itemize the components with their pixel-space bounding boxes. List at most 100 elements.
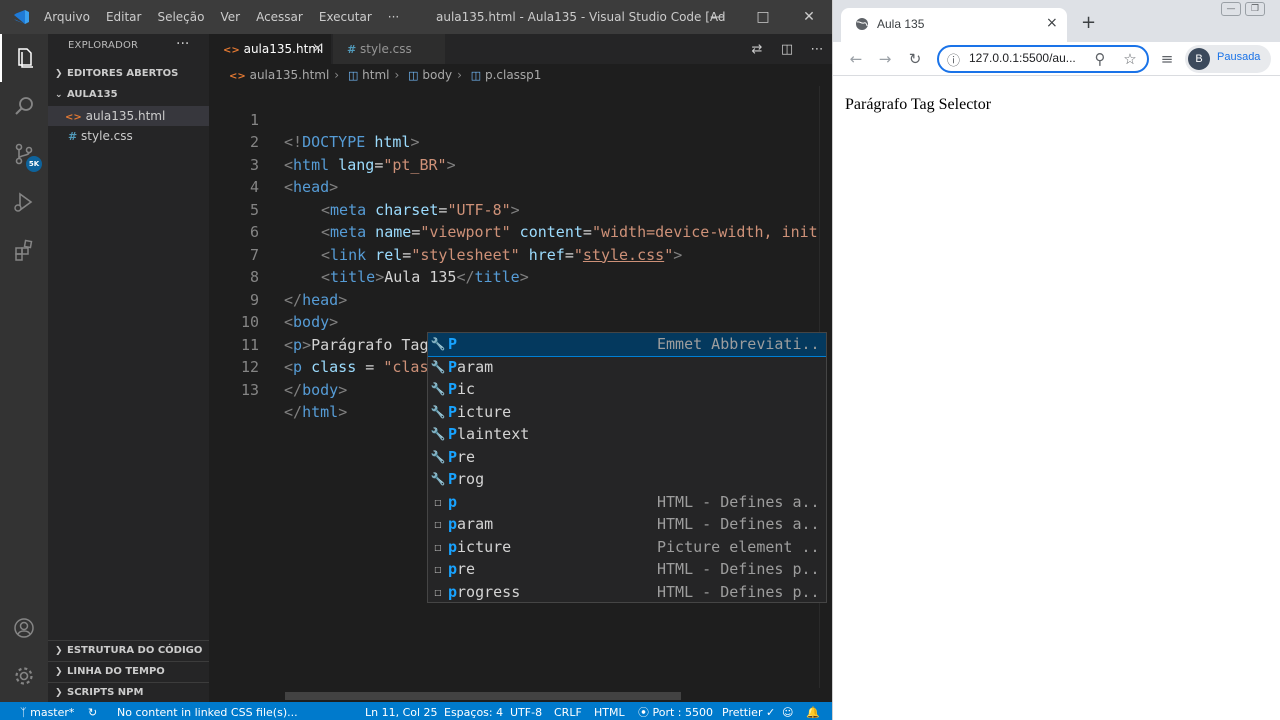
menu-selecao[interactable]: Seleção: [149, 0, 212, 34]
code-line: 3 <head>: [209, 131, 821, 197]
outline-section[interactable]: ❯ ESTRUTURA DO CÓDIGO: [48, 640, 209, 660]
suggestion-item[interactable]: 🔧 Pre: [428, 446, 826, 469]
chevron-right-icon: ›: [334, 68, 340, 82]
chevron-right-icon: ❯: [55, 69, 63, 79]
more-actions-icon[interactable]: ⋯: [802, 42, 832, 57]
menu-arquivo[interactable]: Arquivo: [36, 0, 98, 34]
explorer-icon[interactable]: [0, 34, 48, 82]
menu-editar[interactable]: Editar: [98, 0, 150, 34]
notifications-icon[interactable]: 🔔: [806, 702, 820, 720]
breadcrumb-html[interactable]: html: [362, 68, 389, 82]
menu-ver[interactable]: Ver: [212, 0, 248, 34]
property-icon: ☐: [434, 517, 442, 531]
chevron-right-icon: ❯: [55, 688, 63, 698]
zoom-icon[interactable]: ⚲: [1089, 48, 1111, 70]
close-icon[interactable]: ✕: [786, 0, 832, 34]
suggestion-item[interactable]: 🔧 P Emmet Abbreviati...: [428, 333, 826, 357]
url-text: 127.0.0.1:5500/au...: [969, 51, 1076, 65]
chevron-right-icon: ❯: [55, 646, 63, 656]
suggestion-item[interactable]: ☐ p HTML - Defines a...: [428, 491, 826, 514]
code-line: 9 <body>: [209, 266, 821, 332]
menu-executar[interactable]: Executar: [311, 0, 380, 34]
indentation-status[interactable]: Espaços: 4: [444, 702, 503, 720]
profile-status: Pausada: [1217, 51, 1261, 63]
run-debug-icon[interactable]: [0, 178, 48, 226]
open-editors-section[interactable]: ❯ EDITORES ABERTOS: [48, 64, 209, 84]
prettier-status[interactable]: Prettier ✓: [722, 702, 775, 720]
open-changes-icon[interactable]: ⇄: [742, 42, 772, 57]
encoding-status[interactable]: UTF-8: [510, 702, 542, 720]
new-tab-icon[interactable]: +: [1081, 12, 1096, 33]
maximize-icon[interactable]: □: [740, 0, 786, 34]
language-status[interactable]: HTML: [594, 702, 625, 720]
cursor-position-status[interactable]: Ln 11, Col 25: [365, 702, 438, 720]
info-icon[interactable]: ⓘ: [947, 50, 960, 69]
forward-icon[interactable]: →: [874, 48, 896, 70]
feedback-icon[interactable]: ☺: [782, 702, 793, 720]
explorer-more-icon[interactable]: ···: [176, 36, 189, 52]
source-control-icon[interactable]: 5K: [0, 130, 48, 178]
explorer-title: EXPLORADOR: [68, 40, 139, 51]
back-icon[interactable]: ←: [845, 48, 867, 70]
page-paragraph: Parágrafo Tag Selector: [845, 96, 992, 113]
bookmark-star-icon[interactable]: ☆: [1119, 48, 1141, 70]
npm-scripts-section[interactable]: ❯ SCRIPTS NPM: [48, 682, 209, 702]
css-status-message[interactable]: No content in linked CSS file(s)...: [117, 702, 298, 720]
code-line: 4 <meta charset="UTF-8">: [209, 154, 821, 219]
suggestion-item[interactable]: 🔧 Plaintext: [428, 423, 826, 446]
wrench-icon: 🔧: [430, 472, 446, 486]
menu-bar: Arquivo Editar Seleção Ver Acessar Execu…: [36, 0, 407, 34]
minimize-icon[interactable]: —: [694, 0, 740, 34]
suggestion-item[interactable]: ☐ picture Picture element ...: [428, 536, 826, 559]
activity-bar: 5K: [0, 34, 48, 702]
minimize-icon[interactable]: —: [1221, 2, 1241, 16]
timeline-section[interactable]: ❯ LINHA DO TEMPO: [48, 661, 209, 681]
breadcrumb: <> aula135.html › ◫ html › ◫ body › ◫ p.cla…: [209, 64, 832, 86]
account-icon[interactable]: [0, 604, 48, 652]
tab-aula135-html[interactable]: <> aula135.html ×: [209, 34, 331, 64]
browser-tab-title: Aula 135: [877, 17, 925, 31]
explorer-sidebar: EXPLORADOR ··· ❯ EDITORES ABERTOS ⌄ AULA13…: [48, 34, 209, 702]
tab-style-css[interactable]: # style.css: [333, 34, 445, 64]
menu-more[interactable]: ···: [380, 0, 407, 34]
breadcrumb-p[interactable]: p.classp1: [485, 68, 541, 82]
eol-status[interactable]: CRLF: [554, 702, 582, 720]
breadcrumb-body[interactable]: body: [422, 68, 452, 82]
tab-close-icon[interactable]: ×: [1046, 15, 1058, 31]
extensions-icon[interactable]: [0, 226, 48, 274]
suggestion-item[interactable]: ☐ progress HTML - Defines p...: [428, 581, 826, 603]
wrench-icon: 🔧: [430, 404, 446, 419]
tab-close-icon[interactable]: ×: [312, 34, 323, 64]
restore-icon[interactable]: ❐: [1245, 2, 1265, 16]
folder-section[interactable]: ⌄ AULA135: [48, 85, 209, 105]
file-item-style-css[interactable]: # style.css: [48, 126, 209, 146]
horizontal-scrollbar[interactable]: [285, 692, 681, 700]
split-editor-icon[interactable]: ◫: [772, 42, 802, 57]
vscode-window: Arquivo Editar Seleção Ver Acessar Execu…: [0, 0, 832, 720]
suggestion-item[interactable]: ☐ param HTML - Defines a...: [428, 513, 826, 536]
avatar: B: [1188, 48, 1210, 70]
sync-icon[interactable]: ↻: [88, 702, 97, 720]
browser-toolbar: ← → ↻ ⓘ 127.0.0.1:5500/au... ⚲ ☆ ≡ B Pau…: [833, 42, 1280, 76]
reload-icon[interactable]: ↻: [904, 48, 926, 70]
profile-button[interactable]: B Pausada: [1185, 45, 1271, 73]
suggestion-item[interactable]: ☐ pre HTML - Defines p...: [428, 558, 826, 581]
suggestion-item[interactable]: 🔧 Prog: [428, 468, 826, 491]
suggestion-item[interactable]: 🔧 Pic: [428, 378, 826, 401]
settings-gear-icon[interactable]: [0, 652, 48, 700]
live-server-port-status[interactable]: ⦿ Port : 5500: [638, 702, 713, 720]
browser-tab[interactable]: Aula 135 ×: [841, 8, 1067, 42]
editor-tabs: <> aula135.html × # style.css ⇄ ◫ ⋯: [209, 34, 832, 64]
menu-acessar[interactable]: Acessar: [248, 0, 311, 34]
search-icon[interactable]: [0, 82, 48, 130]
property-icon: ☐: [434, 562, 442, 576]
suggestion-item[interactable]: 🔧 Param: [428, 356, 826, 379]
address-bar[interactable]: ⓘ 127.0.0.1:5500/au...: [937, 45, 1149, 73]
reading-list-icon[interactable]: ≡: [1156, 48, 1178, 70]
breadcrumb-file[interactable]: aula135.html: [250, 68, 330, 82]
wrench-icon: 🔧: [430, 359, 446, 374]
file-item-aula135-html[interactable]: <> aula135.html: [48, 106, 209, 126]
git-branch-status[interactable]: ᛉ master*: [20, 702, 74, 720]
wrench-icon: 🔧: [430, 449, 446, 464]
suggestion-item[interactable]: 🔧 Picture: [428, 401, 826, 424]
